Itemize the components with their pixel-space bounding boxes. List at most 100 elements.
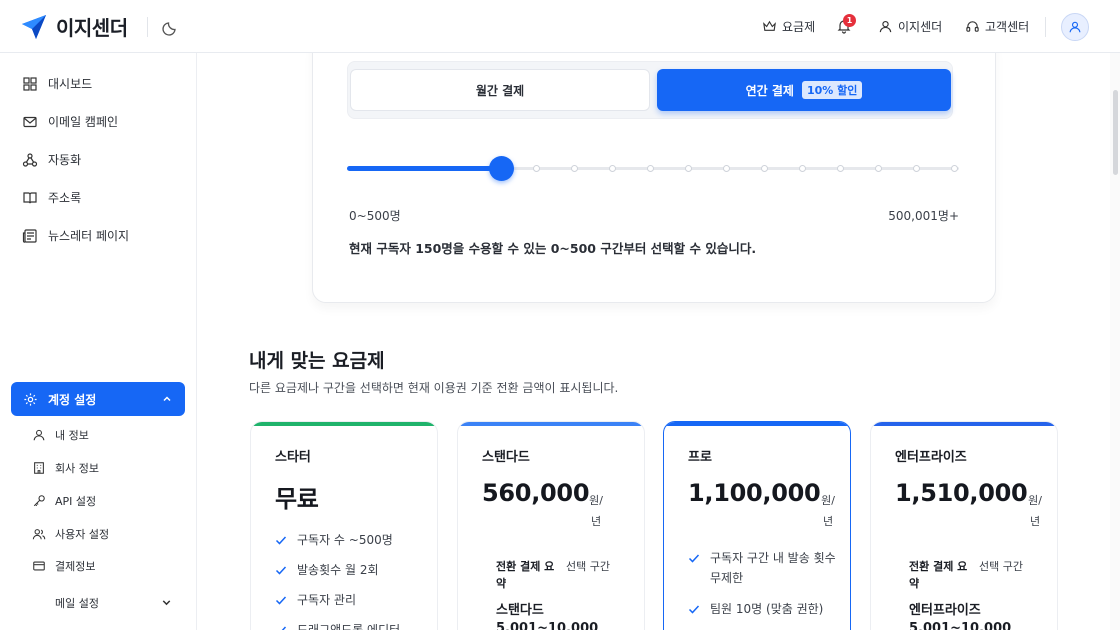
sidebar-subitem-users[interactable]: 사용자 설정 [32,526,109,542]
sidebar: 대시보드 이메일 캠페인 자동화 주소록 뉴스레터 페이지 계정 설정 내 정보… [0,53,197,630]
slider-tick[interactable] [761,165,768,172]
yearly-label: 연간 결제 [745,83,794,98]
check-icon [275,596,287,605]
plan-card-pro[interactable]: 프로 1,100,000 원/년 구독자 구간 내 발송 횟수 무제한 팀원 1… [663,421,851,630]
slider-tick[interactable] [609,165,616,172]
check-icon [277,626,287,630]
sidebar-item-label: 이메일 캠페인 [48,115,119,129]
check-icon [275,566,287,575]
slider-tick[interactable] [951,165,958,172]
plan-accent-bar [664,422,850,426]
plan-card-standard[interactable]: 스탠다드 560,000 원/년 전환 결제 요약 선택 구간 스탠다드 5,0… [457,421,645,630]
support-link[interactable]: 고객센터 [965,18,1029,35]
summary-plan: 스탠다드 [496,603,544,618]
sidebar-item-label: 뉴스레터 페이지 [48,229,130,243]
notification-badge: 1 [843,14,856,27]
card-icon [33,561,45,571]
plans-title: 내게 맞는 요금제 [249,350,385,372]
plan-accent-bar [871,422,1057,426]
sidebar-subitem-label: 메일 설정 [55,597,99,610]
sidebar-subitem-label: 결제정보 [55,560,96,573]
main-content: 월간 결제 연간 결제 10% 할인 0~500명 500,001명+ 현재 구… [198,53,1110,630]
slider-tick[interactable] [685,165,692,172]
plan-feature: 드래그앤드롭 에디터 [275,620,400,630]
avatar[interactable] [1061,13,1089,41]
plan-price-unit: 원/년 [589,494,603,528]
user-icon [33,429,45,441]
newspaper-icon [22,228,37,243]
range-max-label: 500,001명+ [888,209,959,223]
summary-label: 전환 결제 요약 [909,560,968,590]
sidebar-item-address-book[interactable]: 주소록 [22,189,81,206]
plan-feature-text: 발송횟수 월 2회 [297,563,379,577]
plan-feature-text: 구독자 구간 내 발송 횟수 무제한 [710,551,836,585]
sidebar-item-label: 대시보드 [48,77,93,91]
plan-feature: 구독자 구간 내 발송 횟수 무제한 [688,548,838,588]
summary-value: 선택 구간 [566,560,610,573]
key-icon [33,495,45,507]
range-note: 현재 구독자 150명을 수용할 수 있는 0~500 구간부터 선택할 수 있… [349,241,757,256]
pricing-label: 요금제 [782,20,816,34]
logo-text: 이지센더 [56,16,128,40]
slider-tick[interactable] [647,165,654,172]
plan-feature-text: 구독자 관리 [297,593,357,607]
slider-tick[interactable] [837,165,844,172]
sidebar-subitem-my-info[interactable]: 내 정보 [32,427,89,443]
slider-tick[interactable] [571,165,578,172]
plan-price: 1,510,000 [895,479,1028,507]
sidebar-subitem-payment[interactable]: 결제정보 [32,558,95,574]
sidebar-item-automation[interactable]: 자동화 [22,151,81,168]
summary-plan: 엔터프라이즈 [909,603,981,618]
crown-icon [763,20,776,31]
plan-card-starter[interactable]: 스타터 무료 구독자 수 ~500명 발송횟수 월 2회 구독자 관리 드래그앤… [250,421,438,630]
plan-price: 무료 [275,485,319,513]
plan-name: 스탠다드 [482,450,530,465]
subscriber-slider-handle[interactable] [489,156,514,181]
slider-tick[interactable] [913,165,920,172]
billing-toggle: 월간 결제 연간 결제 10% 할인 [347,61,953,119]
chevron-down-icon[interactable] [160,596,173,609]
sidebar-item-dashboard[interactable]: 대시보드 [22,75,92,92]
sidebar-item-account-settings[interactable]: 계정 설정 [11,382,185,416]
account-link[interactable]: 이지센더 [878,18,942,35]
book-icon [23,191,37,203]
slider-tick[interactable] [799,165,806,172]
check-icon [688,605,700,614]
slider-tick[interactable] [533,165,540,172]
plan-feature: 구독자 수 ~500명 [275,530,393,550]
summary-range: 5,001~10,000 [909,621,1012,630]
plan-card-enterprise[interactable]: 엔터프라이즈 1,510,000 원/년 전환 결제 요약 선택 구간 엔터프라… [870,421,1058,630]
plan-feature: 팀원 10명 (맞춤 권한) [688,599,823,619]
pricing-link[interactable]: 요금제 [762,18,815,35]
plan-feature-text: 팀원 10명 (맞춤 권한) [710,602,824,616]
slider-tick[interactable] [723,165,730,172]
header-divider [147,17,148,37]
plan-accent-bar [458,422,644,426]
logo[interactable]: 이지센더 [20,12,128,41]
summary-value: 선택 구간 [979,560,1023,573]
yearly-billing-tab[interactable]: 연간 결제 10% 할인 [657,69,951,111]
plan-price-unit: 원/년 [1028,494,1042,528]
mail-icon [23,116,37,127]
account-settings-label: 계정 설정 [48,392,97,407]
check-icon [688,554,700,563]
gear-icon [24,392,37,406]
plan-price-unit: 원/년 [821,494,835,528]
sidebar-subitem-api[interactable]: API 설정 [32,493,96,509]
plan-name: 스타터 [275,450,311,465]
moon-icon[interactable] [162,18,180,36]
plans-subtitle: 다른 요금제나 구간을 선택하면 현재 이용권 기준 전환 금액이 표시됩니다. [249,381,619,395]
sidebar-item-email-campaign[interactable]: 이메일 캠페인 [22,113,118,130]
sidebar-subitem-company[interactable]: 회사 정보 [32,460,99,476]
sidebar-subitem-label: 내 정보 [55,429,89,442]
scrollbar-thumb[interactable] [1113,90,1118,175]
monthly-billing-tab[interactable]: 월간 결제 [350,69,650,111]
avatar-user-icon [1069,21,1081,33]
sidebar-subitem-mail-settings[interactable]: 메일 설정 [55,595,99,611]
plan-price: 1,100,000 [688,479,821,507]
automation-icon [22,152,38,167]
slider-tick[interactable] [875,165,882,172]
building-icon [34,462,44,474]
support-label: 고객센터 [985,20,1030,34]
sidebar-item-newsletter[interactable]: 뉴스레터 페이지 [22,227,129,244]
